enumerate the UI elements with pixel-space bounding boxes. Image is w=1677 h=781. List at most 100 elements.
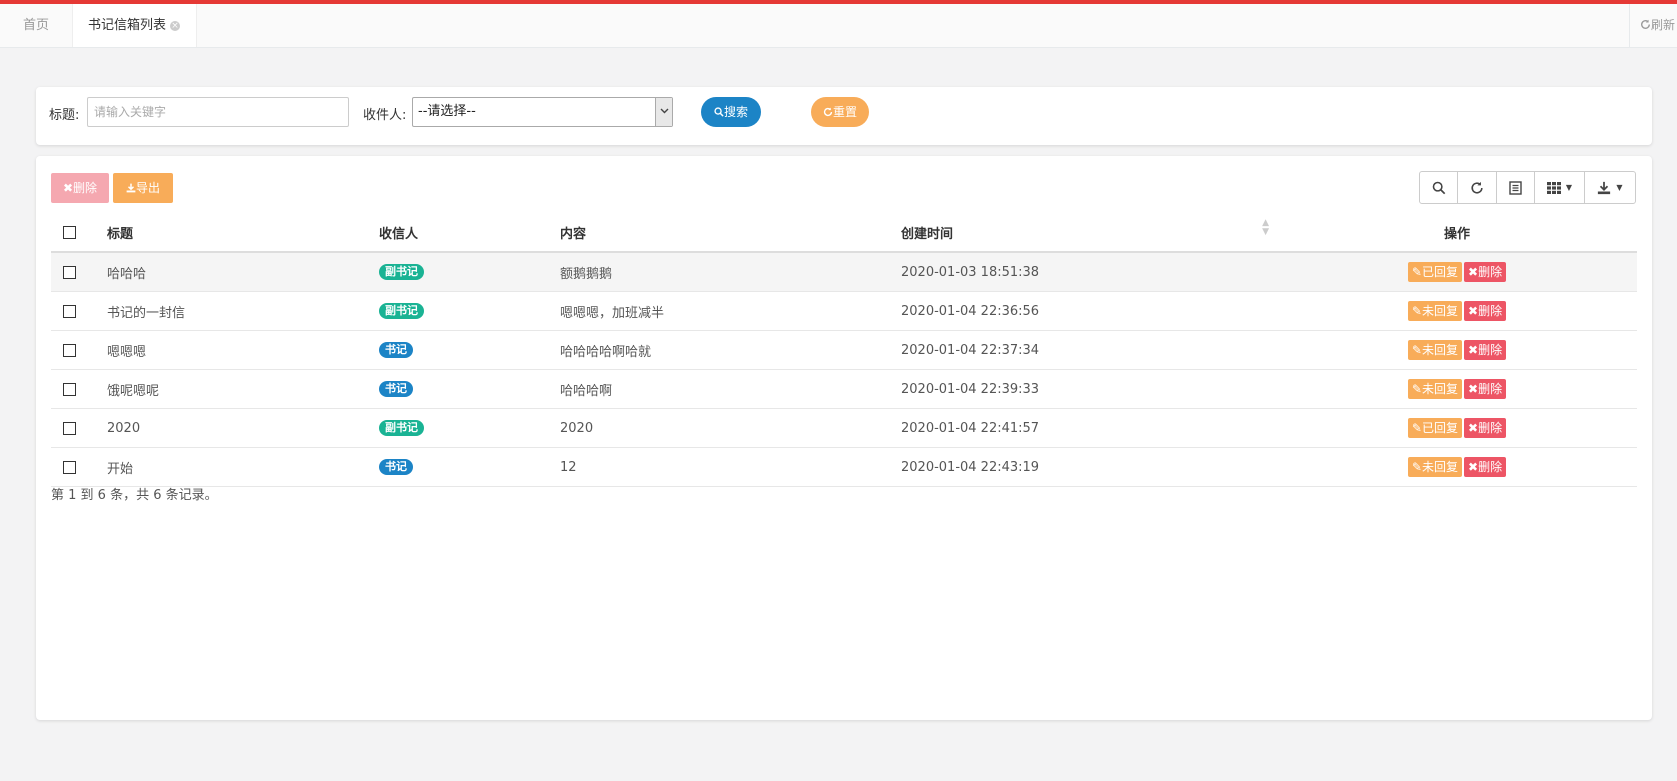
row-content: 额鹅鹅鹅 [552,252,893,292]
table-row[interactable]: 开始 书记 12 2020-01-04 22:43:19 ✎未回复 ✖删除 [51,447,1637,487]
batch-delete-button[interactable]: ✖删除 [51,173,109,203]
table-row[interactable]: 书记的一封信 副书记 嗯嗯嗯，加班减半 2020-01-04 22:36:56 ✎未回复… [51,291,1637,331]
caret-down-icon: ▼ [1616,183,1623,192]
row-delete-label: 删除 [1478,382,1503,396]
row-title: 嗯嗯嗯 [99,330,371,370]
column-header-created-time[interactable]: 创建时间 ▲ ▼ [893,213,1277,253]
row-content: 哈哈哈哈啊哈就 [552,330,893,370]
edit-icon: ✎ [1411,460,1422,474]
columns-dropdown-button[interactable]: ▼ [1534,171,1585,204]
row-created-time: 2020-01-04 22:37:34 [893,330,1277,370]
close-icon: ✖ [1468,304,1479,318]
reply-status-button[interactable]: ✎已回复 [1407,418,1462,438]
search-button[interactable]: 搜索 [701,97,761,127]
row-created-time: 2020-01-03 18:51:38 [893,252,1277,292]
column-header-actions: 操作 [1277,213,1637,253]
table-row[interactable]: 饿呢嗯呢 书记 哈哈哈啊 2020-01-04 22:39:33 ✎未回复 ✖删除 [51,369,1637,409]
recipient-select-value: --请选择-- [418,104,476,119]
table-row[interactable]: 2020 副书记 2020 2020-01-04 22:41:57 ✎已回复 ✖删除 [51,408,1637,448]
tab-home[interactable]: 首页 [0,4,73,47]
row-created-time: 2020-01-04 22:41:57 [893,408,1277,448]
recipient-badge: 副书记 [379,264,424,280]
row-delete-button[interactable]: ✖删除 [1464,301,1507,321]
toggle-search-button[interactable] [1419,171,1458,204]
search-panel: 标题: 收件人: --请选择-- 搜索 重置 [36,87,1652,145]
row-content: 2020 [552,408,893,448]
created-time-header-label: 创建时间 [901,226,954,242]
table-panel: ✖删除 导出 ▼ ▼ 标题 收信人 内容 创建时间 ▲ ▼ 操作 哈哈哈 副书记… [36,156,1652,720]
column-header-content: 内容 [552,213,893,253]
toggle-view-button[interactable] [1496,171,1535,204]
row-checkbox[interactable] [63,304,76,318]
row-delete-label: 删除 [1478,460,1503,474]
table-header-row: 标题 收信人 内容 创建时间 ▲ ▼ 操作 [51,213,1637,253]
reply-status-button[interactable]: ✎未回复 [1407,457,1462,477]
search-icon [1432,181,1445,194]
recipient-filter-label: 收件人: [363,108,407,123]
row-checkbox[interactable] [63,343,76,357]
close-icon: ✖ [62,181,74,195]
row-title: 开始 [99,447,371,487]
reply-status-button[interactable]: ✎未回复 [1407,379,1462,399]
chevron-down-icon[interactable] [655,98,672,126]
row-created-time: 2020-01-04 22:39:33 [893,369,1277,409]
pagination-info: 第 1 到 6 条，共 6 条记录。 [51,488,218,503]
recipient-badge: 书记 [379,342,413,358]
row-delete-label: 删除 [1478,421,1503,435]
table-row[interactable]: 哈哈哈 副书记 额鹅鹅鹅 2020-01-03 18:51:38 ✎已回复 ✖删除 [51,252,1637,292]
row-checkbox[interactable] [63,460,76,474]
mailbox-table: 标题 收信人 内容 创建时间 ▲ ▼ 操作 哈哈哈 副书记 额鹅鹅鹅 2020-01-0… [51,213,1637,487]
row-checkbox[interactable] [63,265,76,279]
reply-status-label: 未回复 [1421,460,1458,474]
grid-icon [1546,181,1561,194]
close-icon: ✖ [1468,265,1479,279]
list-icon [1509,180,1522,195]
row-delete-button[interactable]: ✖删除 [1464,379,1507,399]
row-delete-button[interactable]: ✖删除 [1464,340,1507,360]
reply-status-label: 已回复 [1421,421,1458,435]
tab-label: 书记信箱列表 [88,18,167,33]
export-dropdown-button[interactable]: ▼ [1584,171,1636,204]
batch-delete-label: 删除 [73,181,98,195]
reply-status-button[interactable]: ✎已回复 [1407,262,1462,282]
row-delete-button[interactable]: ✖删除 [1464,418,1507,438]
close-icon: ✖ [1468,343,1479,357]
sort-icon[interactable]: ▲ ▼ [1262,218,1269,237]
refresh-icon [1641,19,1650,29]
table-row[interactable]: 嗯嗯嗯 书记 哈哈哈哈啊哈就 2020-01-04 22:37:34 ✎未回复 ✖删除 [51,330,1637,370]
row-content: 嗯嗯嗯，加班减半 [552,291,893,331]
reply-status-button[interactable]: ✎未回复 [1407,301,1462,321]
reply-status-label: 未回复 [1421,304,1458,318]
download-icon [126,183,136,193]
recipient-badge: 书记 [379,459,413,475]
recipient-select[interactable]: --请选择-- [412,97,673,127]
row-delete-button[interactable]: ✖删除 [1464,262,1507,282]
close-icon: ✖ [1468,460,1479,474]
row-checkbox[interactable] [63,382,76,396]
edit-icon: ✎ [1411,343,1422,357]
recipient-badge: 副书记 [379,420,424,436]
column-header-recipient: 收信人 [371,213,552,253]
refresh-icon [1471,181,1483,194]
refresh-icon [823,107,833,117]
tab-close-icon[interactable]: × [170,20,181,31]
row-content: 12 [552,447,893,487]
tab-mailbox-list[interactable]: 书记信箱列表 × [73,4,197,47]
export-label: 导出 [135,181,160,195]
row-delete-button[interactable]: ✖删除 [1464,457,1507,477]
title-search-input[interactable] [87,97,349,127]
export-button[interactable]: 导出 [113,173,173,203]
reply-status-label: 未回复 [1421,382,1458,396]
row-delete-label: 删除 [1478,265,1503,279]
select-all-checkbox[interactable] [63,225,76,239]
reset-button[interactable]: 重置 [811,97,869,127]
row-checkbox[interactable] [63,421,76,435]
reset-button-label: 重置 [832,105,857,119]
refresh-tab-button[interactable]: 刷新 [1629,4,1677,47]
refresh-table-button[interactable] [1457,171,1497,204]
row-delete-label: 删除 [1478,343,1503,357]
tab-bar: 首页 书记信箱列表 × 刷新 [0,4,1677,48]
refresh-label: 刷新 [1651,18,1676,32]
row-title: 哈哈哈 [99,252,371,292]
reply-status-button[interactable]: ✎未回复 [1407,340,1462,360]
